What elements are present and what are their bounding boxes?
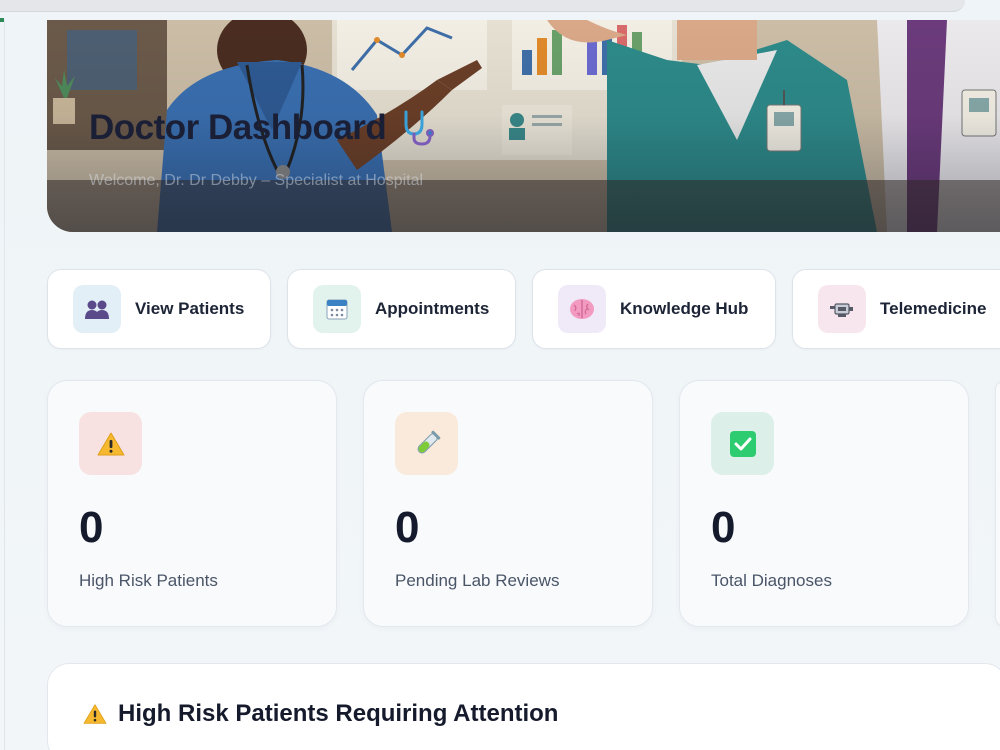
page-title: Doctor Dashboard [89,108,438,148]
browser-top-bar [0,0,965,12]
knowledge-hub-button[interactable]: Knowledge Hub [532,269,776,349]
high-risk-patients-count: 0 [79,503,104,552]
appointments-label: Appointments [375,299,490,318]
pending-lab-reviews-label: Pending Lab Reviews [395,571,560,590]
total-diagnoses-count: 0 [711,503,736,552]
high-risk-patients-label: High Risk Patients [79,571,218,590]
high-risk-patients-card[interactable]: 0 High Risk Patients [47,380,337,627]
view-patients-button[interactable]: View Patients [47,269,271,349]
appointments-button[interactable]: Appointments [287,269,516,349]
hero-banner: Doctor Dashboard Welcome, Dr. Dr Debby –… [47,20,1000,232]
partial-stat-card [995,380,1000,627]
warning-icon [83,704,107,724]
knowledge-hub-label: Knowledge Hub [620,299,749,318]
total-diagnoses-label: Total Diagnoses [711,571,832,590]
telemedicine-label: Telemedicine [880,299,987,318]
warning-icon [79,412,142,475]
welcome-text: Welcome, Dr. Dr Debby – Specialist at Ho… [89,172,424,189]
check-icon [711,412,774,475]
panel-title-text: High Risk Patients Requiring Attention [118,700,559,727]
test-tube-icon [395,412,458,475]
brain-icon [558,285,606,333]
page-title-text: Doctor Dashboard [89,108,387,147]
stethoscope-icon [404,110,435,146]
view-patients-label: View Patients [135,299,245,318]
panel-title: High Risk Patients Requiring Attention [82,700,558,728]
high-risk-patients-panel: High Risk Patients Requiring Attention [47,663,1000,750]
pending-lab-reviews-card[interactable]: 0 Pending Lab Reviews [363,380,653,627]
left-divider [4,20,5,750]
pending-lab-reviews-count: 0 [395,503,420,552]
people-icon [73,285,121,333]
calendar-icon [313,285,361,333]
total-diagnoses-card[interactable]: 0 Total Diagnoses [679,380,969,627]
telemedicine-button[interactable]: Telemedicine [792,269,1000,349]
video-camera-icon [818,285,866,333]
